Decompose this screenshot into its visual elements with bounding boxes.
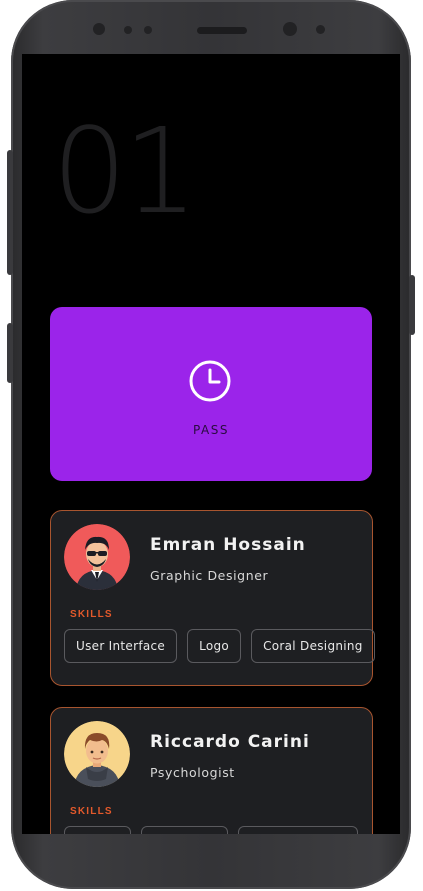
skill-chip[interactable]: Logo (187, 629, 242, 663)
skill-chip[interactable]: User Interface (64, 629, 178, 663)
profile-card[interactable]: Riccardo Carini Psychologist SKILLS (50, 707, 373, 834)
sensor-icon (144, 26, 152, 34)
avatar (64, 721, 130, 787)
skill-chip[interactable]: Coral Designing (251, 629, 375, 663)
skill-chip[interactable] (141, 826, 228, 834)
sensor-icon (93, 23, 105, 35)
phone-screen: 01 PASS Emran Hossain Graphic Designer S… (22, 54, 400, 834)
clock-icon (189, 360, 231, 402)
skills-label: SKILLS (70, 806, 113, 817)
front-camera-icon (283, 22, 297, 36)
profile-name: Emran Hossain (150, 535, 306, 555)
profile-role: Psychologist (150, 765, 235, 780)
man-sunglasses-avatar-icon (64, 524, 130, 590)
sensor-icon (316, 25, 325, 34)
sensor-icon (124, 26, 132, 34)
power-button (409, 275, 415, 335)
speaker-grille (197, 27, 247, 34)
profile-name: Riccardo Carini (150, 732, 310, 752)
profile-card[interactable]: Emran Hossain Graphic Designer SKILLS Us… (50, 510, 375, 686)
top-bezel (11, 0, 411, 60)
skills-label: SKILLS (70, 609, 113, 620)
skill-chips (64, 826, 358, 834)
skill-chip[interactable] (64, 826, 131, 834)
assistant-button (7, 323, 13, 383)
profile-role: Graphic Designer (150, 568, 269, 583)
pass-button[interactable]: PASS (50, 307, 372, 481)
skill-chips: User Interface Logo Coral Designing (64, 629, 375, 663)
skill-chip[interactable] (238, 826, 358, 834)
page-number: 01 (52, 102, 198, 240)
man-hoodie-avatar-icon (64, 721, 130, 787)
avatar (64, 524, 130, 590)
pass-label: PASS (193, 423, 229, 437)
volume-button (7, 150, 13, 275)
